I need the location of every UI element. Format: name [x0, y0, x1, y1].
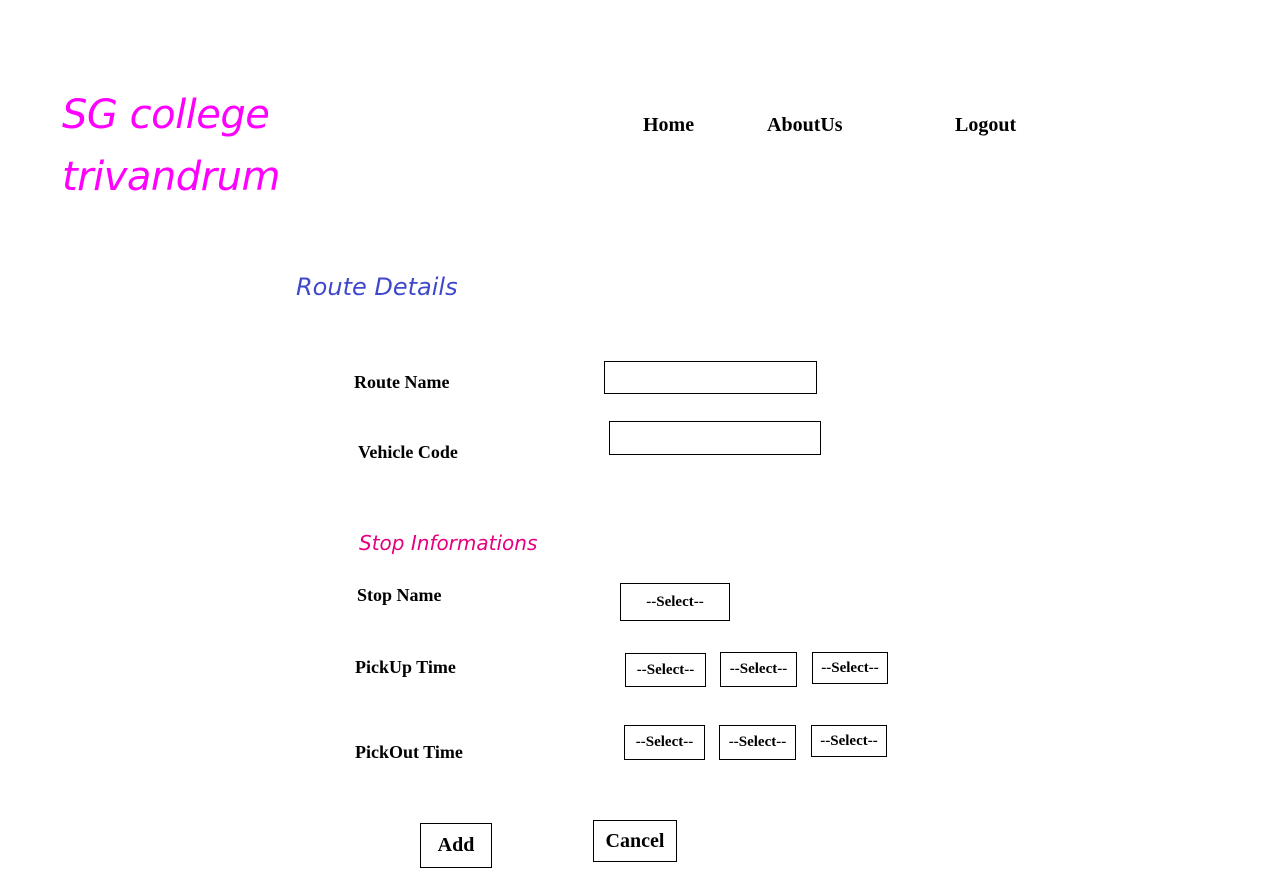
- pickout-hour-select[interactable]: --Select--: [624, 725, 705, 760]
- route-name-input[interactable]: [604, 361, 817, 394]
- nav-aboutus-link[interactable]: AboutUs: [767, 114, 843, 137]
- nav-home-link[interactable]: Home: [643, 114, 694, 137]
- site-brand: SG college trivandrum: [62, 84, 280, 208]
- brand-line-2: trivandrum: [62, 154, 280, 200]
- route-name-label: Route Name: [354, 372, 450, 392]
- pickout-ampm-select[interactable]: --Select--: [811, 725, 887, 757]
- brand-line-1: SG college: [62, 92, 270, 138]
- pickup-time-label: PickUp Time: [355, 657, 456, 677]
- pickout-minute-select[interactable]: --Select--: [719, 725, 796, 760]
- pickup-ampm-select[interactable]: --Select--: [812, 652, 888, 684]
- pickup-minute-select[interactable]: --Select--: [720, 652, 797, 687]
- stop-informations-title: Stop Informations: [359, 531, 538, 555]
- vehicle-code-label: Vehicle Code: [358, 442, 458, 462]
- pickup-hour-select[interactable]: --Select--: [625, 653, 706, 687]
- cancel-button[interactable]: Cancel: [593, 820, 677, 862]
- nav-logout-link[interactable]: Logout: [955, 114, 1016, 137]
- add-button[interactable]: Add: [420, 823, 492, 868]
- route-details-title: Route Details: [296, 273, 458, 301]
- stop-name-select[interactable]: --Select--: [620, 583, 730, 621]
- stop-name-label: Stop Name: [357, 585, 442, 605]
- vehicle-code-input[interactable]: [609, 421, 821, 455]
- pickout-time-label: PickOut Time: [355, 742, 463, 762]
